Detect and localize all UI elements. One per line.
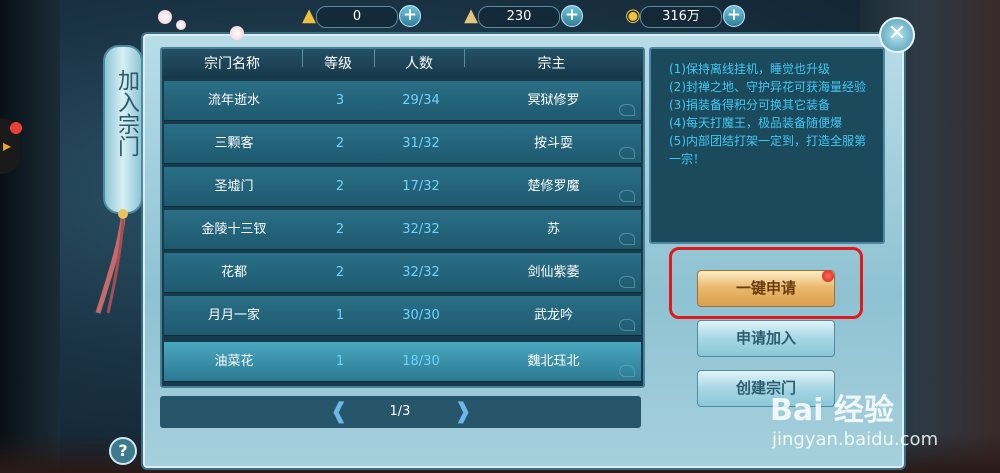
prev-page-button[interactable]: ❰ bbox=[326, 401, 352, 423]
help-button[interactable]: ? bbox=[109, 437, 137, 465]
page-indicator: 1/3 bbox=[389, 404, 411, 419]
pagination-bar: ❰ 1/3 ❱ bbox=[160, 396, 641, 428]
sect-members: 30/30 bbox=[402, 308, 440, 323]
sect-members: 18/30 bbox=[402, 354, 440, 369]
sect-leader: 冥狱修罗 bbox=[527, 93, 580, 108]
sect-leader: 剑仙紫萎 bbox=[527, 265, 580, 280]
watermark-url: jingyan.baidu.com bbox=[772, 429, 939, 450]
add-gold-button[interactable]: + bbox=[399, 5, 421, 27]
rule-line: (2)封禅之地、守护异花可获海量经验 bbox=[669, 80, 866, 94]
resource-value: 316万 bbox=[640, 6, 722, 28]
apply-join-button[interactable]: 申请加入 bbox=[697, 320, 835, 357]
swirl-decoration bbox=[619, 190, 635, 202]
sect-level: 2 bbox=[335, 265, 345, 280]
sect-leader: 武龙吟 bbox=[533, 308, 573, 323]
table-row[interactable]: 圣墟门 2 17/32 楚修罗魔 bbox=[164, 167, 641, 207]
swirl-decoration bbox=[619, 233, 635, 245]
one-click-apply-button[interactable]: 一键申请 bbox=[697, 270, 835, 307]
sect-members: 32/32 bbox=[402, 222, 440, 237]
sect-table: 宗门名称 等级 人数 宗主 流年逝水 3 29/34 冥狱修罗 三颗客 2 31… bbox=[160, 47, 645, 388]
sect-level: 1 bbox=[335, 354, 345, 369]
notification-dot bbox=[10, 122, 22, 134]
add-coin-button[interactable]: + bbox=[723, 5, 745, 27]
swirl-decoration bbox=[619, 319, 635, 331]
table-row[interactable]: 流年逝水 3 29/34 冥狱修罗 bbox=[164, 81, 641, 121]
sect-name: 金陵十三钗 bbox=[201, 222, 267, 237]
blossom-decoration bbox=[158, 10, 172, 24]
table-row-selected[interactable]: 油菜花 1 18/30 魏北珏北 bbox=[164, 342, 641, 382]
table-row[interactable]: 月月一家 1 30/30 武龙吟 bbox=[164, 296, 641, 336]
sect-members: 17/32 bbox=[402, 179, 440, 194]
background-left bbox=[0, 0, 60, 473]
rule-line: (3)捐装备得积分可换其它装备 bbox=[669, 98, 830, 112]
sect-name: 月月一家 bbox=[207, 308, 260, 323]
column-header-name: 宗门名称 bbox=[204, 56, 260, 72]
blossom-decoration bbox=[230, 26, 244, 40]
sect-name: 油菜花 bbox=[214, 354, 254, 369]
blossom-decoration bbox=[176, 20, 186, 30]
next-page-button[interactable]: ❱ bbox=[450, 401, 476, 423]
sect-level: 3 bbox=[335, 93, 345, 108]
sect-members: 32/32 bbox=[402, 265, 440, 280]
resource-value: 0 bbox=[316, 6, 398, 28]
column-header-level: 等级 bbox=[324, 56, 352, 72]
table-row[interactable]: 三颗客 2 31/32 按斗耍 bbox=[164, 124, 641, 164]
sect-rules-box: (1)保持离线挂机，睡觉也升级 (2)封禅之地、守护异花可获海量经验 (3)捐装… bbox=[649, 47, 885, 244]
table-header: 宗门名称 等级 人数 宗主 bbox=[162, 49, 643, 79]
sect-name: 流年逝水 bbox=[207, 93, 260, 108]
swirl-decoration bbox=[619, 276, 635, 288]
sect-name: 三颗客 bbox=[214, 136, 254, 151]
sect-leader: 按斗耍 bbox=[533, 136, 573, 151]
swirl-decoration bbox=[619, 104, 635, 116]
resource-value: 230 bbox=[478, 6, 560, 28]
rule-line: (4)每天打魔王，极品装备随便爆 bbox=[669, 116, 842, 130]
resource-silver: ▲ 230 + bbox=[458, 5, 583, 28]
page-title: 加入宗门 bbox=[114, 69, 139, 157]
chevron-right-icon: ▸ bbox=[3, 136, 12, 155]
column-header-leader: 宗主 bbox=[537, 56, 566, 72]
sect-members: 29/34 bbox=[402, 93, 440, 108]
add-silver-button[interactable]: + bbox=[561, 5, 583, 27]
sect-level: 2 bbox=[335, 222, 345, 237]
sect-level: 2 bbox=[335, 179, 345, 194]
resource-gold: ▲ 0 + bbox=[296, 5, 421, 28]
panel-title-banner: 加入宗门 bbox=[103, 45, 143, 214]
sect-leader: 苏 bbox=[546, 222, 560, 237]
swirl-decoration bbox=[619, 365, 635, 377]
sect-members: 31/32 bbox=[402, 136, 440, 151]
swirl-decoration bbox=[619, 147, 635, 159]
rule-line: (5)内部团结打架一定到，打造全服第一宗！ bbox=[669, 134, 866, 166]
sect-leader: 魏北珏北 bbox=[527, 354, 580, 369]
sect-name: 圣墟门 bbox=[214, 179, 254, 194]
watermark: Bai 经验 jingyan.baidu.com bbox=[770, 385, 995, 465]
sect-level: 2 bbox=[335, 136, 345, 151]
tassel-decoration bbox=[95, 209, 128, 314]
rule-line: (1)保持离线挂机，睡觉也升级 bbox=[669, 62, 830, 76]
column-header-members: 人数 bbox=[405, 56, 433, 72]
notification-dot bbox=[822, 270, 834, 282]
sect-leader: 楚修罗魔 bbox=[527, 179, 580, 194]
table-row[interactable]: 花都 2 32/32 剑仙紫萎 bbox=[164, 253, 641, 293]
watermark-brand: Bai 经验 bbox=[770, 393, 894, 428]
sect-level: 1 bbox=[335, 308, 345, 323]
sect-name: 花都 bbox=[220, 265, 247, 280]
resource-coin: ◉ 316万 + bbox=[620, 5, 745, 28]
table-row[interactable]: 金陵十三钗 2 32/32 苏 bbox=[164, 210, 641, 250]
